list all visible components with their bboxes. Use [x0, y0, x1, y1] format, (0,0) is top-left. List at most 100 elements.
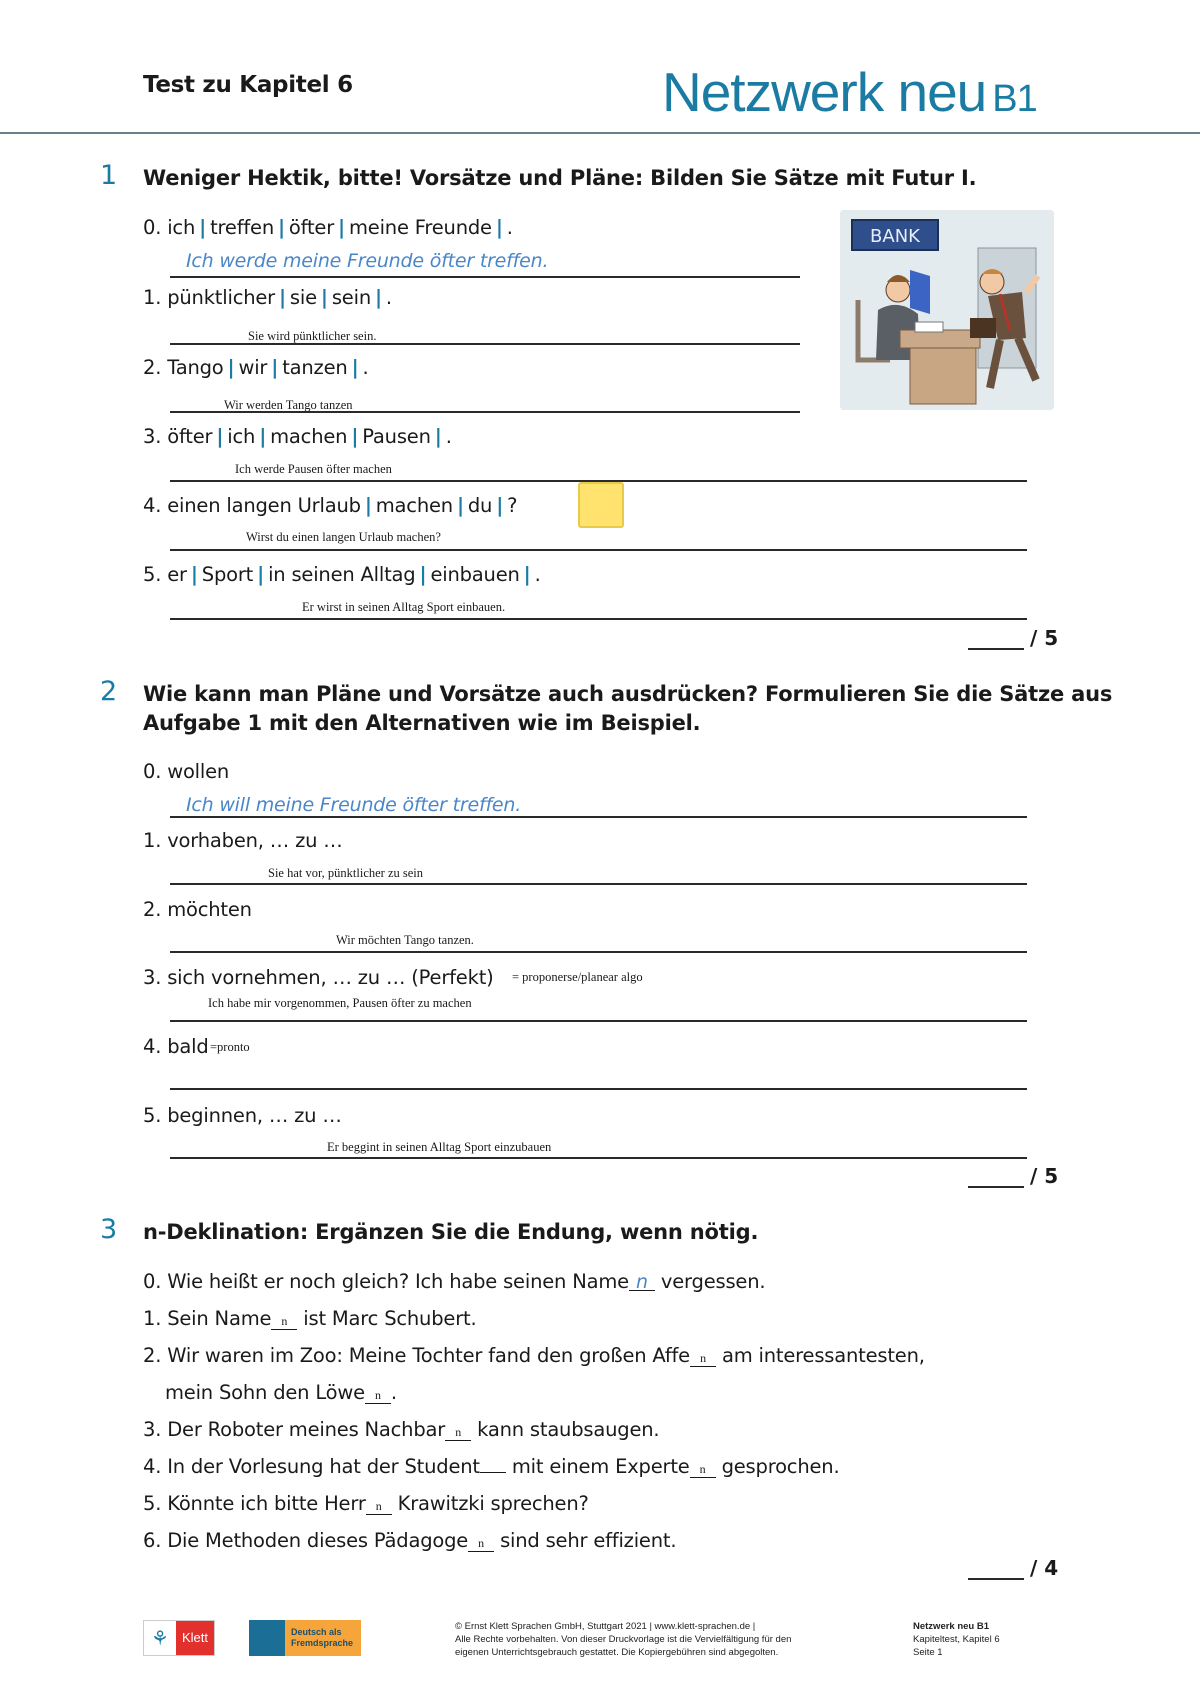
score-max: / 5: [1030, 626, 1059, 650]
separator-bar: |: [199, 216, 207, 239]
answer-line[interactable]: [170, 343, 800, 345]
task-2-item: 3. sich vornehmen, … zu … (Perfekt): [143, 966, 494, 989]
answer-line[interactable]: [170, 411, 800, 413]
footer-book: Netzwerk neu B1: [913, 1621, 990, 1632]
brand-name: Netzwerk neu: [662, 61, 987, 123]
sentence-end: .: [385, 286, 392, 309]
word-chunk: ich: [227, 425, 256, 448]
answer-text[interactable]: Wirst du einen langen Urlaub machen?: [246, 530, 441, 545]
daf-logo-block: [249, 1620, 285, 1656]
task-2-score[interactable]: / 5: [968, 1164, 1058, 1188]
separator-bar: |: [338, 216, 345, 239]
answer-line[interactable]: [170, 816, 1027, 818]
separator-bar: |: [190, 563, 198, 586]
word-chunk: Tango: [167, 356, 224, 379]
worksheet-title: Test zu Kapitel 6: [143, 72, 353, 98]
task-2-item: 2. möchten: [143, 898, 252, 921]
footer-test: Kapiteltest, Kapitel 6: [913, 1634, 1000, 1645]
task-1-item: 4. einen langen Urlaub | machen | du |?: [143, 494, 518, 517]
answer-text[interactable]: Wir möchten Tango tanzen.: [336, 933, 474, 948]
ending-gap[interactable]: n: [689, 1348, 716, 1367]
answer-text[interactable]: Er wirst in seinen Alltag Sport einbauen…: [302, 600, 505, 615]
task-1-item: 3. öfter | ich | machen | Pausen |.: [143, 425, 452, 448]
example-answer[interactable]: Ich werde meine Freunde öfter treffen.: [186, 250, 549, 272]
sentence-text: .: [390, 1381, 397, 1404]
answer-line[interactable]: [170, 1157, 1027, 1159]
answer-line[interactable]: [170, 883, 1027, 885]
word-chunk: einen langen Urlaub: [167, 494, 361, 517]
ending-gap[interactable]: n: [271, 1311, 298, 1330]
task-3-score[interactable]: / 4: [968, 1556, 1058, 1580]
answer-line[interactable]: [170, 951, 1027, 953]
word-chunk: öfter: [288, 216, 335, 239]
bank-sign-text: BANK: [870, 226, 921, 247]
separator-bar: |: [271, 356, 279, 379]
klett-flower-icon: ⚘: [144, 1621, 176, 1655]
answer-text[interactable]: Ich habe mir vorgenommen, Pausen öfter z…: [208, 996, 472, 1011]
separator-bar: |: [496, 494, 504, 517]
task-3-item: mein Sohn den Löwe n.: [165, 1381, 397, 1404]
answer-text[interactable]: Sie hat vor, pünktlicher zu sein: [268, 866, 423, 881]
task-2-title-line-1: Wie kann man Pläne und Vorsätze auch aus…: [143, 682, 1113, 706]
ending-gap[interactable]: n: [468, 1533, 495, 1552]
ending-gap[interactable]: [479, 1472, 506, 1473]
score-blank[interactable]: [968, 1562, 1024, 1580]
answer-text[interactable]: Sie wird pünktlicher sein.: [248, 329, 376, 344]
sticky-note[interactable]: [578, 482, 624, 528]
ending-gap[interactable]: n: [365, 1496, 392, 1515]
ending-answer: n: [455, 1425, 461, 1439]
sentence-text: 6. Die Methoden dieses Pädagoge: [143, 1529, 469, 1552]
ending-gap[interactable]: n: [628, 1273, 655, 1292]
header-divider: [0, 132, 1200, 134]
item-number: 2.: [143, 356, 162, 379]
klett-logo-text: Klett: [176, 1621, 214, 1655]
sentence-text: sind sehr effizient.: [494, 1529, 677, 1552]
separator-bar: |: [277, 216, 285, 239]
item-number: 3.: [143, 425, 162, 448]
answer-line[interactable]: [170, 1088, 1027, 1090]
answer-line[interactable]: [170, 1020, 1027, 1022]
separator-bar: |: [419, 563, 427, 586]
sentence-text: 1. Sein Name: [143, 1307, 272, 1330]
sentence-text: am interessantesten,: [715, 1344, 925, 1367]
separator-bar: |: [320, 286, 328, 309]
word-chunk: du: [467, 494, 493, 517]
task-1-item: 0. ich | treffen | öfter | meine Freunde |.: [143, 216, 513, 239]
task-3-item: 0. Wie heißt er noch gleich? Ich habe se…: [143, 1270, 766, 1293]
sentence-text: 3. Der Roboter meines Nachbar: [143, 1418, 446, 1441]
item-number: 0.: [143, 216, 162, 239]
sentence-end: .: [445, 425, 452, 448]
task-3-item: 5. Könnte ich bitte Herr n Krawitzki spre…: [143, 1492, 589, 1515]
answer-text[interactable]: Ich werde Pausen öfter machen: [235, 462, 392, 477]
task-3-item: 1. Sein Name n ist Marc Schubert.: [143, 1307, 477, 1330]
task-1-score[interactable]: / 5: [968, 626, 1058, 650]
sentence-text: ist Marc Schubert.: [297, 1307, 477, 1330]
score-blank[interactable]: [968, 632, 1024, 650]
copyright-line: Alle Rechte vorbehalten. Von dieser Druc…: [455, 1634, 792, 1645]
ending-gap[interactable]: n: [689, 1459, 716, 1478]
separator-bar: |: [523, 563, 531, 586]
ending-answer: n: [375, 1499, 382, 1513]
answer-line[interactable]: [170, 276, 800, 278]
sentence-end: .: [534, 563, 541, 586]
separator-bar: |: [351, 425, 359, 448]
task-2-item: 1. vorhaben, … zu …: [143, 829, 343, 852]
ending-gap[interactable]: n: [364, 1385, 391, 1404]
sentence-text: 5. Könnte ich bitte Herr: [143, 1492, 366, 1515]
task-3-item: 6. Die Methoden dieses Pädagoge n sind se…: [143, 1529, 677, 1552]
answer-line[interactable]: [170, 549, 1027, 551]
answer-text[interactable]: Er beggint in seinen Alltag Sport einzub…: [327, 1140, 551, 1155]
word-chunk: tanzen: [282, 356, 348, 379]
separator-bar: |: [374, 286, 382, 309]
ending-answer: n: [700, 1351, 706, 1365]
ending-gap[interactable]: n: [445, 1422, 472, 1441]
task-1-title: Weniger Hektik, bitte! Vorsätze und Plän…: [143, 166, 977, 190]
separator-bar: |: [227, 356, 235, 379]
example-answer[interactable]: Ich will meine Freunde öfter treffen.: [186, 794, 521, 816]
separator-bar: |: [259, 425, 267, 448]
task-1-item: 5. er | Sport | in seinen Alltag | einbauen |.: [143, 563, 541, 586]
score-blank[interactable]: [968, 1170, 1024, 1188]
answer-line[interactable]: [170, 618, 1027, 620]
word-chunk: pünktlicher: [167, 286, 275, 309]
daf-logo: Deutsch als Fremdsprache: [249, 1620, 361, 1656]
